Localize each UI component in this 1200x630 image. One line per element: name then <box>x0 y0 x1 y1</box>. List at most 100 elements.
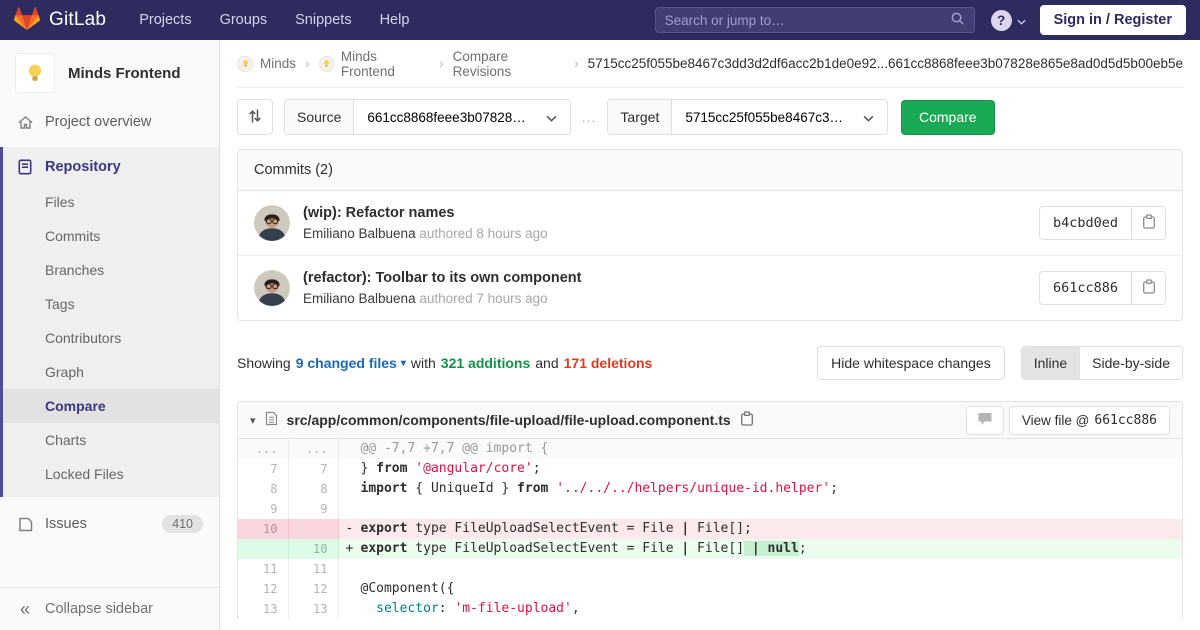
commit-title-link[interactable]: (wip): Refactor names <box>303 205 548 221</box>
sidebar-item-project-overview[interactable]: Project overview <box>0 104 219 140</box>
diff-summary: Showing 9 changed files ▾ with 321 addit… <box>237 346 1183 380</box>
toggle-comments-button[interactable] <box>965 405 1004 435</box>
comment-bubble-icon <box>977 412 993 429</box>
new-line-number[interactable]: 11 <box>288 559 339 579</box>
new-line-number[interactable]: ... <box>288 439 339 459</box>
old-line-number[interactable]: ... <box>238 439 289 459</box>
copy-sha-button[interactable] <box>1131 207 1165 239</box>
new-line-number[interactable]: 7 <box>288 459 339 479</box>
breadcrumb-link-minds-frontend[interactable]: Minds Frontend <box>318 49 431 79</box>
diff-table: ...... @@ -7,7 +7,7 @@ import {7 7} from '… <box>238 439 1182 619</box>
sidebar-item-tags[interactable]: Tags <box>3 287 219 321</box>
sidebar-item-repository[interactable]: Repository <box>3 149 219 185</box>
collapse-sidebar-button[interactable]: « Collapse sidebar <box>0 588 219 630</box>
commits-header: Commits (2) <box>238 150 1182 191</box>
deletions-count: 171 deletions <box>563 355 653 371</box>
nav-item-projects[interactable]: Projects <box>126 6 204 34</box>
old-line-number[interactable]: 10 <box>238 519 289 539</box>
sign-in-register-button[interactable]: Sign in / Register <box>1039 5 1186 35</box>
old-line-number[interactable] <box>238 539 289 559</box>
nav-item-help[interactable]: Help <box>367 6 423 34</box>
commit-list: (wip): Refactor names Emiliano Balbuena a… <box>238 191 1182 320</box>
commit-author-link[interactable]: Emiliano Balbuena <box>303 226 416 241</box>
commit-sha-group: 661cc886 <box>1038 271 1166 305</box>
diff-file-panel: ▾ src/app/common/components/file-upload/… <box>237 401 1183 619</box>
breadcrumb-items: Minds › Minds Frontend › Compare Revisions › <box>237 49 579 79</box>
collapse-file-caret-icon[interactable]: ▾ <box>250 414 256 427</box>
breadcrumb-separator: › <box>574 56 579 71</box>
commit-sha-link[interactable]: b4cbd0ed <box>1040 207 1131 239</box>
new-line-number[interactable]: 9 <box>288 499 339 519</box>
commit-sha-link[interactable]: 661cc886 <box>1040 272 1131 304</box>
sidebar-item-files[interactable]: Files <box>3 185 219 219</box>
line-content: - export type FileUploadSelectEvent = Fil… <box>338 519 1182 539</box>
target-dropdown[interactable]: 5715cc25f055be8467c3… <box>672 100 887 134</box>
breadcrumb-link-minds[interactable]: Minds <box>237 55 297 72</box>
copy-sha-button[interactable] <box>1131 272 1165 304</box>
breadcrumb-label: Minds <box>260 56 297 71</box>
old-line-number[interactable]: 13 <box>238 599 289 619</box>
commit-author-link[interactable]: Emiliano Balbuena <box>303 291 416 306</box>
nav-item-groups[interactable]: Groups <box>207 6 281 34</box>
top-navbar: GitLab ProjectsGroupsSnippetsHelp ? Sign… <box>0 0 1200 40</box>
sidebar-item-commits[interactable]: Commits <box>3 219 219 253</box>
nav-item-snippets[interactable]: Snippets <box>282 6 364 34</box>
clipboard-copy-icon <box>1142 214 1156 232</box>
target-field: Target 5715cc25f055be8467c3… <box>607 99 888 135</box>
sidebar-item-issues[interactable]: Issues 410 <box>0 505 219 543</box>
diff-lines: ...... @@ -7,7 +7,7 @@ import {7 7} from '… <box>238 439 1182 619</box>
side-by-side-view-button[interactable]: Side-by-side <box>1080 347 1182 379</box>
home-icon <box>16 114 34 130</box>
view-file-button[interactable]: View file @ 661cc886 <box>1008 405 1170 435</box>
old-line-number[interactable]: 7 <box>238 459 289 479</box>
old-line-number[interactable]: 8 <box>238 479 289 499</box>
new-line-number[interactable]: 8 <box>288 479 339 499</box>
help-dropdown[interactable]: ? <box>990 9 1026 31</box>
sidebar-project-header[interactable]: Minds Frontend <box>0 40 219 104</box>
sidebar-item-contributors[interactable]: Contributors <box>3 321 219 355</box>
brand-wordmark: GitLab <box>49 9 107 30</box>
commit-info: (wip): Refactor names Emiliano Balbuena a… <box>303 205 548 241</box>
old-line-number[interactable]: 12 <box>238 579 289 599</box>
new-line-number[interactable]: 10 <box>288 539 339 559</box>
compare-form: Source 661cc8868feee3b07828… ... Target … <box>237 99 1183 135</box>
hide-whitespace-button[interactable]: Hide whitespace changes <box>817 346 1005 380</box>
sidebar-item-locked-files[interactable]: Locked Files <box>3 457 219 491</box>
source-dropdown[interactable]: 661cc8868feee3b07828… <box>354 100 570 134</box>
commit-title-link[interactable]: (refactor): Toolbar to its own component <box>303 270 581 286</box>
sidebar-item-compare[interactable]: Compare <box>3 389 219 423</box>
search-input[interactable] <box>664 12 950 28</box>
changed-files-dropdown[interactable]: 9 changed files ▾ <box>296 355 406 371</box>
new-line-number[interactable]: 12 <box>288 579 339 599</box>
sidebar-item-graph[interactable]: Graph <box>3 355 219 389</box>
breadcrumb-separator: › <box>305 56 310 71</box>
new-line-number[interactable] <box>288 519 339 539</box>
lightbulb-icon <box>237 55 253 72</box>
commit-meta: Emiliano Balbuena authored 7 hours ago <box>303 291 581 306</box>
sidebar-item-branches[interactable]: Branches <box>3 253 219 287</box>
compare-button[interactable]: Compare <box>900 99 995 135</box>
old-line-number[interactable]: 9 <box>238 499 289 519</box>
swap-revisions-button[interactable] <box>237 99 273 135</box>
view-file-label: View file @ <box>1021 412 1090 428</box>
gitlab-home-link[interactable]: GitLab <box>14 6 106 34</box>
additions-count: 321 additions <box>440 355 531 371</box>
line-content: import { UniqueId } from '../../../helpe… <box>360 481 838 496</box>
breadcrumb-link-compare-revisions[interactable]: Compare Revisions <box>453 49 566 79</box>
swap-arrows-icon <box>248 108 262 127</box>
new-line-number[interactable]: 13 <box>288 599 339 619</box>
diff-line: 7 7} from '@angular/core'; <box>238 459 1182 479</box>
navbar-menu: Projects Groups Snippets Help <box>126 6 422 34</box>
global-search[interactable] <box>654 7 975 33</box>
double-chevron-left-icon: « <box>19 599 30 619</box>
line-content: @@ -7,7 +7,7 @@ import { <box>338 439 1182 459</box>
sidebar-item-label: Project overview <box>45 114 152 130</box>
sidebar-item-charts[interactable]: Charts <box>3 423 219 457</box>
with-label: with <box>410 355 436 371</box>
clipboard-copy-icon[interactable] <box>740 411 754 429</box>
inline-view-button[interactable]: Inline <box>1021 347 1081 379</box>
old-line-number[interactable]: 11 <box>238 559 289 579</box>
issues-count-badge: 410 <box>162 515 203 533</box>
chevron-down-icon <box>863 110 874 125</box>
diff-line: 13 13 selector: 'm-file-upload', <box>238 599 1182 619</box>
